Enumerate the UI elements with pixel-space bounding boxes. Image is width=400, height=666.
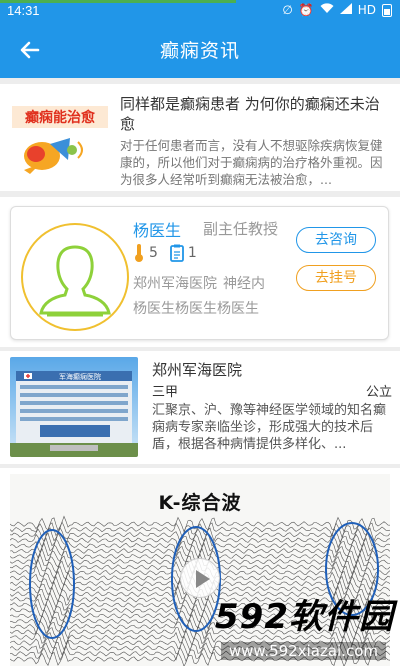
play-button[interactable]	[180, 558, 220, 598]
doctor-avatar	[21, 223, 129, 331]
hospital-description: 汇聚京、沪、豫等神经医学领域的知名癫痫病专家亲临坐诊，形成强大的技术后盾，根据各…	[152, 403, 387, 452]
signal-icon	[339, 3, 352, 17]
status-bar: 14:31 ∅ ⏰ HD	[0, 0, 400, 22]
watermark-url: www.592xiazai.com	[220, 642, 386, 660]
app-header: 癫痫资讯	[0, 22, 400, 78]
doctor-cases: 1	[187, 245, 197, 261]
thermometer-icon	[135, 244, 143, 262]
doctor-hospital-line: 郑州军海医院 神经内	[133, 273, 265, 293]
doctor-title: 副主任教授	[203, 220, 279, 238]
doctor-name: 杨医生	[133, 221, 182, 240]
battery-icon	[382, 3, 392, 17]
hospital-name: 郑州军海医院	[152, 361, 243, 379]
clipboard-icon	[170, 244, 184, 262]
status-time: 14:31	[7, 3, 40, 18]
mute-icon: ∅	[282, 3, 293, 17]
wifi-icon	[320, 3, 334, 17]
doctor-specialty: 杨医生杨医生杨医生	[133, 301, 259, 317]
register-button[interactable]: 去挂号	[296, 265, 376, 291]
hospital-type: 公立	[365, 385, 392, 400]
doctor-section: 杨医生 副主任教授 5 1 郑州军海医院 神经内 杨医生杨医生杨医生 去咨询 去挂…	[0, 197, 400, 347]
page-title: 癫痫资讯	[159, 40, 240, 62]
network-type-label: HD	[357, 3, 376, 17]
doctor-card[interactable]: 杨医生 副主任教授 5 1 郑州军海医院 神经内 杨医生杨医生杨医生 去咨询 去挂…	[10, 206, 389, 340]
doctor-stats: 5 1	[133, 243, 205, 263]
article-thumb-text: 癫痫能治愈	[25, 109, 96, 126]
article-thumbnail: 癫痫能治愈	[10, 98, 110, 178]
hospital-grade: 三甲	[152, 385, 179, 400]
alarm-icon: ⏰	[298, 3, 314, 17]
watermark-logo: 592软件园	[215, 597, 394, 637]
hospital-item[interactable]: 军海癫痫医院 郑州军海医院 三甲 公立 汇聚京、沪、豫等神经医学领域的知名癫痫病…	[0, 351, 400, 464]
article-description: 对于任何患者而言，没有人不想驱除疾病恢复健康的，所以他们对于癫痫病的治疗格外重视…	[120, 138, 383, 187]
doctor-department: 神经内	[223, 276, 265, 292]
hospital-image: 军海癫痫医院	[10, 357, 138, 457]
article-title: 同样都是癫痫患者 为何你的癫痫还未治愈	[120, 95, 380, 133]
status-icons: ∅ ⏰ HD	[282, 3, 392, 17]
hospital-sign-text: 军海癫痫医院	[59, 372, 101, 381]
article-item[interactable]: 癫痫能治愈 同样都是癫痫患者 为何你的癫痫还未治愈 对于任何患者而言，没有人不想…	[0, 84, 400, 191]
consult-button[interactable]: 去咨询	[296, 227, 376, 253]
doctor-hospital: 郑州军海医院	[133, 276, 217, 292]
doctor-rating: 5	[149, 245, 158, 261]
